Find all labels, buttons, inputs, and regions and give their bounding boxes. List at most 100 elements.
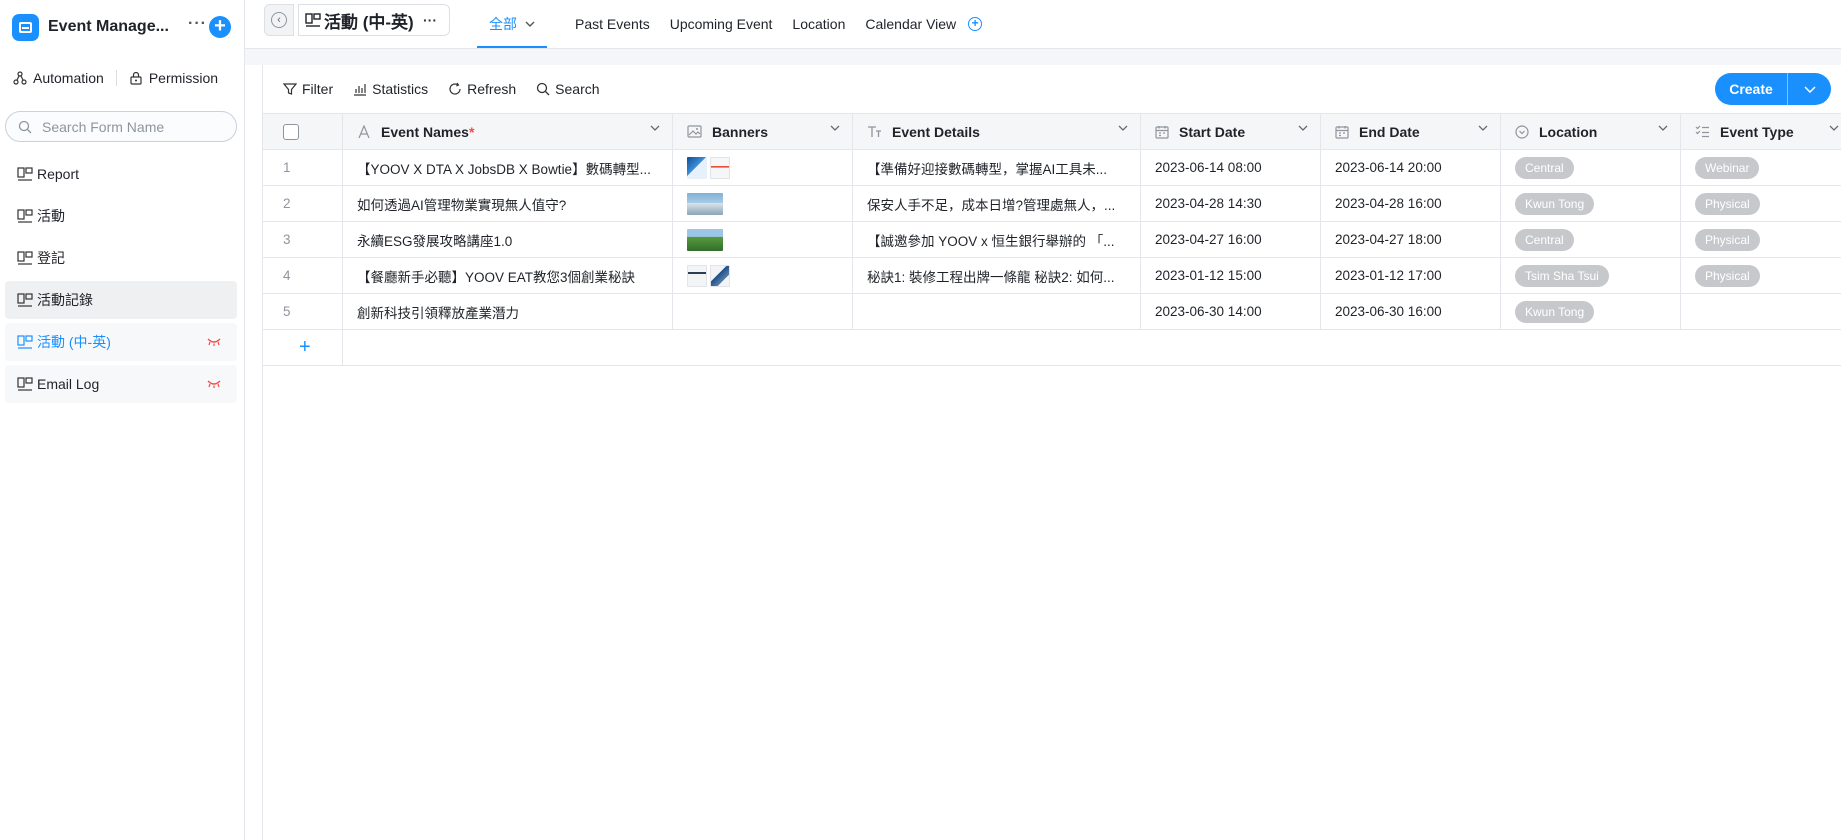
end-date-cell[interactable]: 2023-04-27 18:00 <box>1321 222 1501 257</box>
event-details-cell[interactable]: 【準備好迎接數碼轉型，掌握AI工具未... <box>853 150 1141 185</box>
tab-location[interactable]: Location <box>792 0 845 48</box>
column-header-end-date[interactable]: End Date <box>1321 114 1501 149</box>
refresh-button[interactable]: Refresh <box>448 81 516 97</box>
app-header: Event Manage... ··· + <box>12 13 237 41</box>
event-name-cell[interactable]: 【餐廳新手必聽】YOOV EAT教您3個創業秘訣 <box>343 258 673 293</box>
banner-image[interactable] <box>687 264 707 287</box>
tab-past-events[interactable]: Past Events <box>575 0 650 48</box>
view-tabs: 全部 Past Events Upcoming Event Location C… <box>477 0 983 48</box>
location-cell[interactable]: Kwun Tong <box>1501 186 1681 221</box>
tab-calendar-view[interactable]: Calendar View <box>865 0 956 48</box>
event-details-cell[interactable]: 保安人手不足，成本日增?管理處無人，... <box>853 186 1141 221</box>
column-header-banners[interactable]: Banners <box>673 114 853 149</box>
end-date-cell[interactable]: 2023-06-14 20:00 <box>1321 150 1501 185</box>
column-header-event-names[interactable]: Event Names * <box>343 114 673 149</box>
location-cell[interactable]: Tsim Sha Tsui <box>1501 258 1681 293</box>
app-add-button[interactable]: + <box>209 16 231 38</box>
event-details-cell[interactable] <box>853 294 1141 329</box>
banner-cell[interactable] <box>673 222 853 257</box>
hidden-eye-icon[interactable] <box>207 337 221 347</box>
column-header-start-date[interactable]: Start Date <box>1141 114 1321 149</box>
event-type-cell[interactable]: Physical <box>1681 186 1841 221</box>
select-all-checkbox[interactable] <box>283 123 299 140</box>
banner-image[interactable] <box>687 192 723 215</box>
end-date-cell[interactable]: 2023-06-30 16:00 <box>1321 294 1501 329</box>
statistics-button[interactable]: Statistics <box>353 81 428 97</box>
filter-button[interactable]: Filter <box>283 81 333 97</box>
more-icon[interactable]: ··· <box>423 12 437 28</box>
banner-cell[interactable] <box>673 258 853 293</box>
chevron-down-icon[interactable] <box>1118 125 1128 131</box>
search-button[interactable]: Search <box>536 81 600 97</box>
sidebar-item-registration[interactable]: 登記 <box>5 239 237 277</box>
permission-button[interactable]: Permission <box>129 70 218 86</box>
chevron-down-icon[interactable] <box>1298 125 1308 131</box>
automation-button[interactable]: Automation <box>13 70 104 86</box>
event-details-cell[interactable]: 秘訣1: 裝修工程出牌一條龍 秘訣2: 如何... <box>853 258 1141 293</box>
banner-cell[interactable] <box>673 150 853 185</box>
chevron-down-icon[interactable] <box>1829 125 1839 131</box>
banner-image[interactable] <box>710 156 730 179</box>
location-tag: Kwun Tong <box>1515 192 1595 215</box>
banner-image[interactable] <box>710 264 730 287</box>
event-type-cell[interactable] <box>1681 294 1841 329</box>
app-more-icon[interactable]: ··· <box>188 15 207 33</box>
event-name-cell[interactable]: 如何透過AI管理物業實現無人值守? <box>343 186 673 221</box>
create-dropdown-button[interactable] <box>1788 73 1831 105</box>
sidebar-search[interactable] <box>5 111 237 142</box>
chevron-down-icon[interactable] <box>1478 125 1488 131</box>
table-row[interactable]: 1 【YOOV X DTA X JobsDB X Bowtie】數碼轉型... … <box>263 150 1841 186</box>
filter-label: Filter <box>302 81 334 97</box>
event-type-tag: Physical <box>1695 192 1760 215</box>
app-title[interactable]: Event Manage... <box>48 18 169 36</box>
chevron-down-icon[interactable] <box>1658 125 1668 131</box>
event-name-cell[interactable]: 【YOOV X DTA X JobsDB X Bowtie】數碼轉型... <box>343 150 673 185</box>
column-header-location[interactable]: Location <box>1501 114 1681 149</box>
sidebar-item-email-log[interactable]: Email Log <box>5 365 237 403</box>
banner-image[interactable] <box>687 156 707 179</box>
add-row-button[interactable]: + <box>263 330 343 365</box>
column-title: Event Details <box>892 123 980 140</box>
end-date-cell[interactable]: 2023-01-12 17:00 <box>1321 258 1501 293</box>
tab-all[interactable]: 全部 <box>477 0 547 48</box>
table-row[interactable]: 3 永續ESG發展攻略講座1.0 【誠邀參加 YOOV x 恒生銀行舉辦的 「.… <box>263 222 1841 258</box>
table-row[interactable]: 2 如何透過AI管理物業實現無人值守? 保安人手不足，成本日增?管理處無人，..… <box>263 186 1841 222</box>
start-date-cell[interactable]: 2023-06-30 14:00 <box>1141 294 1321 329</box>
event-type-cell[interactable]: Physical <box>1681 258 1841 293</box>
location-cell[interactable]: Central <box>1501 222 1681 257</box>
table-row[interactable]: 5 創新科技引領釋放產業潛力 2023-06-30 14:00 2023-06-… <box>263 294 1841 330</box>
create-label[interactable]: Create <box>1715 73 1788 105</box>
event-type-cell[interactable]: Webinar <box>1681 150 1841 185</box>
sidebar-item-event-zh-en[interactable]: 活動 (中-英) <box>5 323 237 361</box>
create-button[interactable]: Create <box>1715 73 1831 105</box>
sidebar-item-report[interactable]: Report <box>5 155 237 193</box>
collapse-sidebar-button[interactable]: ‹ <box>264 4 294 36</box>
event-type-cell[interactable]: Physical <box>1681 222 1841 257</box>
column-header-event-type[interactable]: Event Type <box>1681 114 1841 149</box>
start-date-cell[interactable]: 2023-04-27 16:00 <box>1141 222 1321 257</box>
banner-cell[interactable] <box>673 294 853 329</box>
column-header-event-details[interactable]: Event Details <box>853 114 1141 149</box>
location-cell[interactable]: Central <box>1501 150 1681 185</box>
search-form-input[interactable] <box>40 117 220 136</box>
chevron-down-icon[interactable] <box>525 21 535 27</box>
banner-image[interactable] <box>687 228 723 251</box>
sidebar-item-event[interactable]: 活動 <box>5 197 237 235</box>
hidden-eye-icon[interactable] <box>207 379 221 389</box>
event-details-cell[interactable]: 【誠邀參加 YOOV x 恒生銀行舉辦的 「... <box>853 222 1141 257</box>
start-date-cell[interactable]: 2023-06-14 08:00 <box>1141 150 1321 185</box>
chevron-down-icon[interactable] <box>650 125 660 131</box>
sidebar-item-event-log[interactable]: 活動記錄 <box>5 281 237 319</box>
table-row[interactable]: 4 【餐廳新手必聽】YOOV EAT教您3個創業秘訣 秘訣1: 裝修工程出牌一條… <box>263 258 1841 294</box>
event-name-cell[interactable]: 創新科技引領釋放產業潛力 <box>343 294 673 329</box>
start-date-cell[interactable]: 2023-04-28 14:30 <box>1141 186 1321 221</box>
chevron-down-icon[interactable] <box>830 125 840 131</box>
end-date-cell[interactable]: 2023-04-28 16:00 <box>1321 186 1501 221</box>
banner-cell[interactable] <box>673 186 853 221</box>
location-cell[interactable]: Kwun Tong <box>1501 294 1681 329</box>
form-title-box[interactable]: 活動 (中-英) ··· <box>298 4 450 36</box>
event-name-cell[interactable]: 永續ESG發展攻略講座1.0 <box>343 222 673 257</box>
add-view-button[interactable]: + <box>968 17 983 31</box>
tab-upcoming-event[interactable]: Upcoming Event <box>670 0 773 48</box>
start-date-cell[interactable]: 2023-01-12 15:00 <box>1141 258 1321 293</box>
